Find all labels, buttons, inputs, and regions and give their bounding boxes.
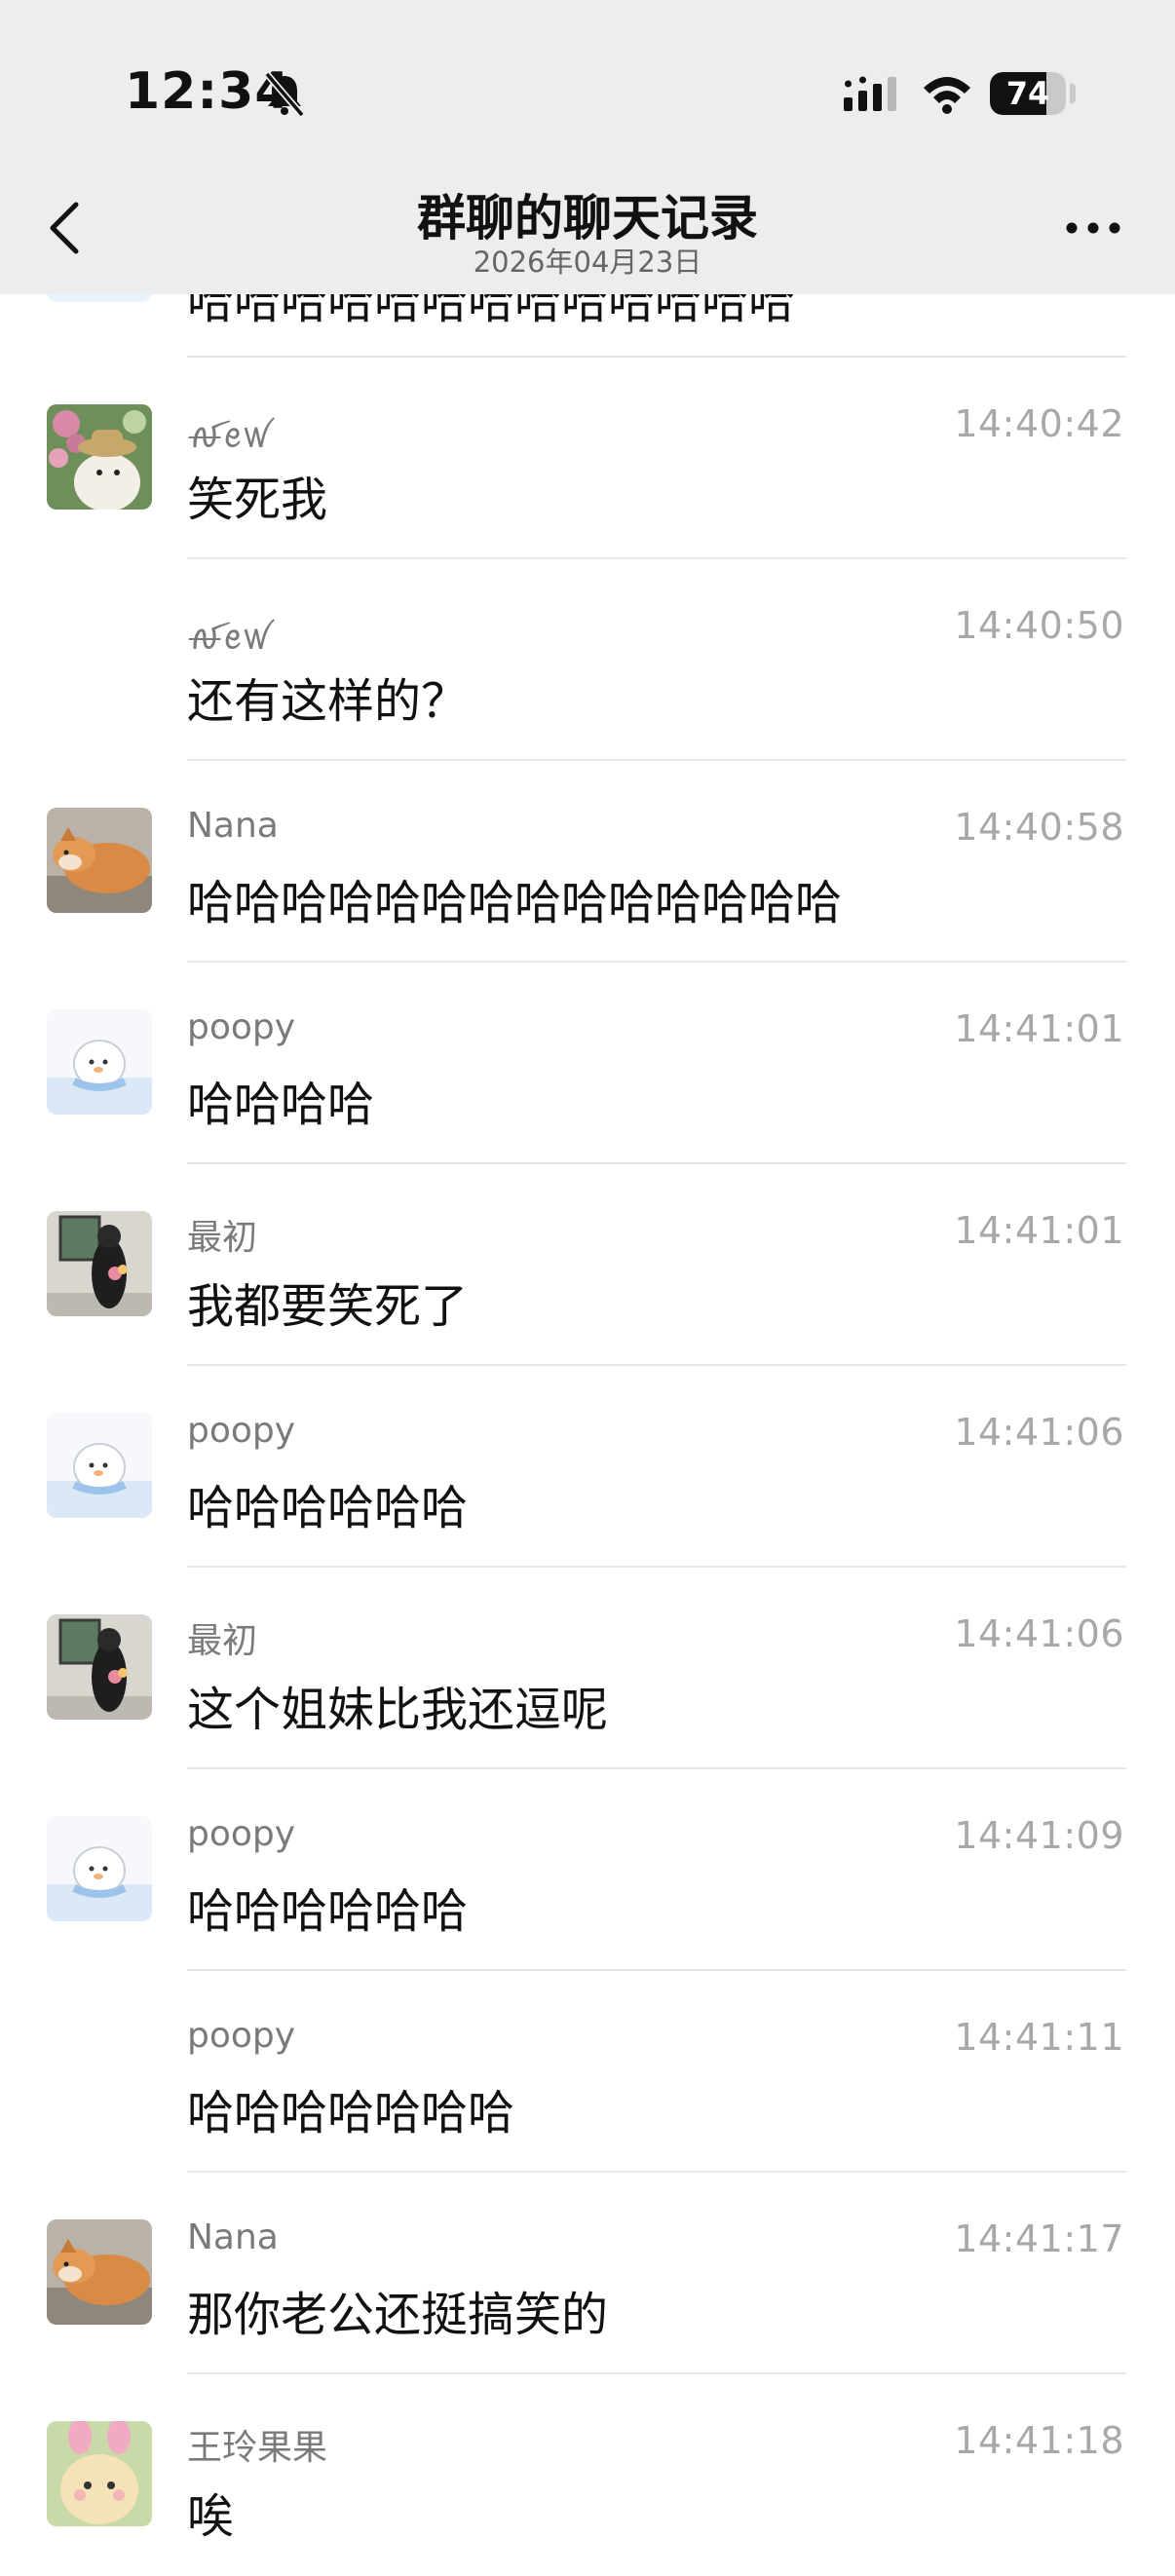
shiba-dog-avatar[interactable] <box>47 2219 152 2325</box>
message-text: 这个姐妹比我还逗呢 <box>187 1683 609 1737</box>
list-item[interactable]: Nana 14:40:58 哈哈哈哈哈哈哈哈哈哈哈哈哈哈 <box>0 761 1175 963</box>
message-text: 还有这样的？ <box>187 674 469 729</box>
message-time: 14:41:06 <box>954 1612 1124 1655</box>
header: 12:34 74 群聊的聊天记录 2026年04月23日 <box>0 0 1175 294</box>
list-item[interactable]: 最初 14:41:01 我都要笑死了 <box>0 1164 1175 1366</box>
message-text: 笑死我 <box>187 473 328 527</box>
battery-level: 74 <box>1005 75 1050 112</box>
hat-cat-avatar[interactable] <box>47 404 152 510</box>
message-time: 14:41:06 <box>954 1411 1124 1454</box>
list-item[interactable]: poopy 14:41:06 哈哈哈哈哈哈 <box>0 1366 1175 1568</box>
bell-mute-icon <box>264 71 305 117</box>
list-item[interactable]: ꫛꫀꪝ 14:40:50 还有这样的？ <box>0 559 1175 761</box>
cartoon-ghost-avatar[interactable] <box>47 1413 152 1518</box>
list-item[interactable]: Nana 14:41:17 那你老公还挺搞笑的 <box>0 2173 1175 2374</box>
message-time: 14:41:11 <box>954 2016 1124 2059</box>
message-time: 14:41:09 <box>954 1814 1124 1857</box>
message-text: 我都要笑死了 <box>187 1279 469 1334</box>
sender-name: Nana <box>187 2217 279 2257</box>
list-item[interactable]: poopy 14:41:11 哈哈哈哈哈哈哈 <box>0 1971 1175 2173</box>
cartoon-ghost-avatar[interactable] <box>47 1009 152 1115</box>
list-item[interactable]: 王玲果果 14:41:18 唉 <box>0 2374 1175 2576</box>
message-text: 哈哈哈哈哈哈 <box>187 1884 469 1939</box>
message-time: 14:41:01 <box>954 1209 1124 1252</box>
message-text: 哈哈哈哈哈哈哈哈哈哈哈哈哈哈 <box>187 876 843 930</box>
sender-name: poopy <box>187 1411 296 1451</box>
list-item[interactable]: poopy 14:41:01 哈哈哈哈 <box>0 963 1175 1164</box>
battery-tip <box>1070 84 1076 103</box>
sender-name: Nana <box>187 806 279 846</box>
more-options-icon[interactable] <box>1062 216 1124 240</box>
person-flowers-avatar[interactable] <box>47 1614 152 1720</box>
wifi-icon <box>924 77 970 114</box>
message-text: 唉 <box>187 2489 235 2544</box>
cellular-signal-icon <box>844 76 896 111</box>
sender-name: 最初 <box>187 1621 258 1661</box>
list-item[interactable]: 最初 14:41:06 这个姐妹比我还逗呢 <box>0 1568 1175 1769</box>
list-item[interactable]: ꫛꫀꪝ 14:40:42 笑死我 <box>0 358 1175 559</box>
cartoon-ghost-avatar[interactable] <box>47 1816 152 1921</box>
battery-indicator: 74 <box>990 72 1066 115</box>
plush-toy-avatar[interactable] <box>47 2421 152 2526</box>
sender-name: poopy <box>187 2016 296 2056</box>
message-time: 14:41:18 <box>954 2419 1124 2462</box>
sender-name: poopy <box>187 1007 296 1047</box>
sender-name: 最初 <box>187 1218 258 1258</box>
message-time: 14:40:58 <box>954 806 1124 849</box>
message-text: 哈哈哈哈哈哈 <box>187 1481 469 1535</box>
page-subtitle-date: 2026年04月23日 <box>473 246 702 279</box>
message-text: 哈哈哈哈哈哈哈 <box>187 2086 515 2140</box>
message-text: 哈哈哈哈 <box>187 1078 375 1132</box>
sender-name: 王玲果果 <box>187 2428 328 2468</box>
person-flowers-avatar[interactable] <box>47 1211 152 1316</box>
message-time: 14:41:17 <box>954 2217 1124 2260</box>
list-item[interactable]: poopy 14:41:09 哈哈哈哈哈哈 <box>0 1769 1175 1971</box>
message-time: 14:40:50 <box>954 604 1124 647</box>
sender-name: poopy <box>187 1814 296 1854</box>
message-text: 那你老公还挺搞笑的 <box>187 2288 609 2342</box>
message-time: 14:41:01 <box>954 1007 1124 1050</box>
shiba-dog-avatar[interactable] <box>47 808 152 913</box>
message-time: 14:40:42 <box>954 402 1124 445</box>
